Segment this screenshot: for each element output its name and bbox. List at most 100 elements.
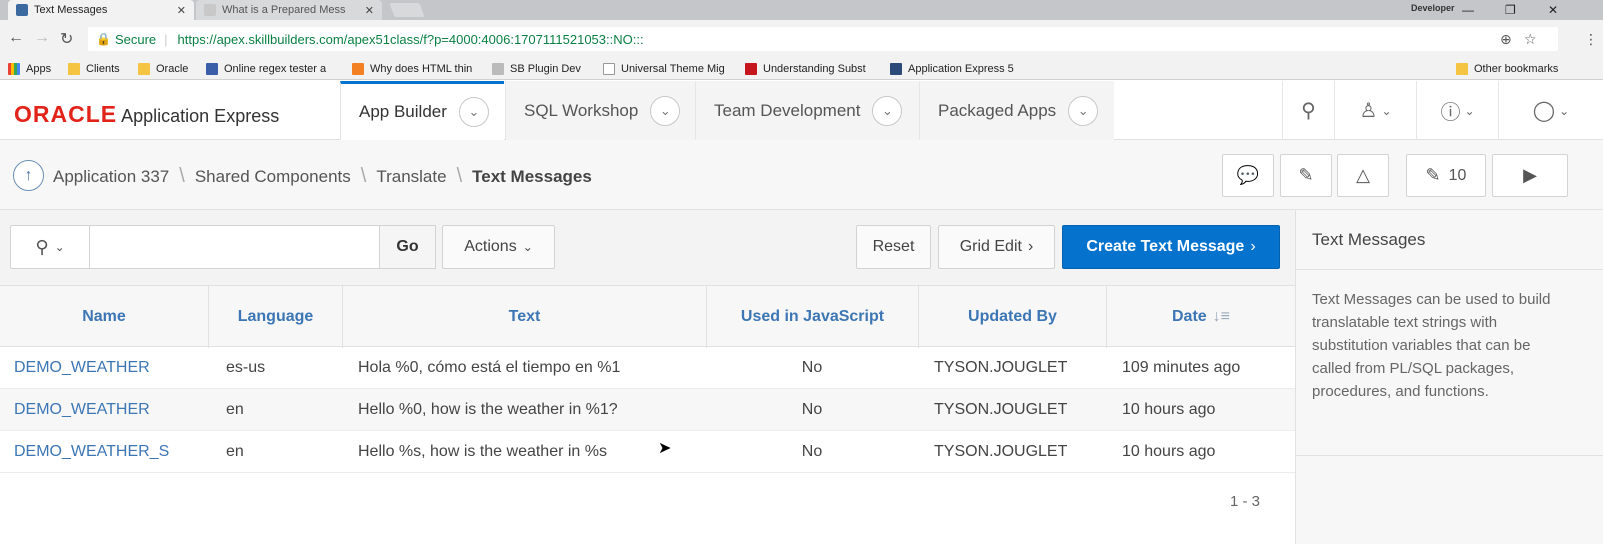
bookmark-label: Understanding Subst [763,63,866,75]
edit-page-button[interactable]: ✎ 10 [1406,154,1486,197]
profile-name[interactable]: Developer [1411,3,1455,13]
oracle-icon [745,63,757,75]
feedback-button[interactable]: 💬 [1222,154,1274,197]
administration-icon[interactable]: ♙ ⌄ [1334,81,1416,140]
help-icon[interactable]: ⓘ ⌄ [1416,81,1498,140]
column-header-language[interactable]: Language [208,286,342,348]
go-button[interactable]: Go [380,225,436,269]
search-column-menu[interactable]: ⚲ ⌄ [10,225,90,269]
bookmark-apps[interactable]: Apps [8,61,51,77]
chevron-right-icon: › [1027,238,1034,255]
cell-date: 10 hours ago [1122,443,1216,460]
bookmark-label: Other bookmarks [1474,63,1559,75]
breadcrumb-separator: \ [456,165,463,187]
url-field[interactable]: 🔒 Secure | https://apex.skillbuilders.co… [88,27,1558,51]
close-tab-icon[interactable]: ✕ [177,4,186,17]
wand-icon: ✎ [1298,165,1314,185]
report-toolbar: ⚲ ⌄ Go Actions ⌄ Reset Grid Edit › Creat… [0,210,1295,285]
search-icon[interactable]: ⚲ [1282,81,1334,140]
column-header-name[interactable]: Name [0,286,208,348]
tab-label: Packaged Apps [938,100,1057,120]
page-favicon-icon [204,4,216,16]
bookmark-why-html[interactable]: Why does HTML thin [352,61,482,77]
tab-label: App Builder [359,102,447,121]
new-tab-button[interactable] [389,3,425,17]
table-row[interactable]: DEMO_WEATHER_S en Hello %s, how is the w… [0,431,1295,473]
apex-favicon-icon [16,4,28,16]
column-header-date[interactable]: Date ↓≡ [1106,286,1295,348]
bookmark-understanding-subst[interactable]: Understanding Subst [745,61,877,77]
minimize-icon[interactable]: — [1462,0,1474,20]
column-header-text[interactable]: Text [342,286,706,348]
chevron-down-icon[interactable]: ⌄ [458,97,489,127]
bookmarks-bar: Apps Clients Oracle Online regex tester … [0,58,1603,80]
folder-icon [138,63,150,75]
mouse-cursor-icon: ➤ [658,440,672,457]
user-avatar-icon[interactable]: ◯ ⌄ [1498,81,1603,140]
reload-icon[interactable]: ↻ [60,29,73,49]
zoom-icon[interactable]: ⊕ [1500,31,1512,48]
browser-menu-icon[interactable]: ⋮ [1584,31,1598,48]
actions-button[interactable]: Actions ⌄ [442,225,555,269]
bookmark-universal-theme[interactable]: Universal Theme Mig [603,61,735,77]
bookmark-clients[interactable]: Clients [68,61,120,77]
close-tab-icon[interactable]: ✕ [365,4,374,17]
table-row[interactable]: DEMO_WEATHER es-us Hola %0, cómo está el… [0,347,1295,389]
bookmark-label: Universal Theme Mig [621,63,725,75]
cell-name[interactable]: DEMO_WEATHER_S [0,431,169,473]
tab-packaged-apps[interactable]: Packaged Apps ⌄ [919,81,1114,140]
divider [1296,455,1603,456]
breadcrumb-application[interactable]: Application 337 [53,167,169,187]
breadcrumb-bar: ↑ Application 337 \ Shared Components \ … [0,140,1603,210]
tab-app-builder[interactable]: App Builder ⌄ [340,81,504,140]
create-text-message-button[interactable]: Create Text Message › [1062,225,1280,269]
breadcrumb-separator: \ [179,165,185,187]
regex-icon [206,63,218,75]
column-header-used-in-javascript[interactable]: Used in JavaScript [706,286,918,348]
oracle-apex-logo[interactable]: ORACLE Application Express [14,101,279,128]
forward-icon[interactable]: → [34,29,50,47]
bookmark-sb-plugin[interactable]: SB Plugin Dev [492,61,581,77]
bookmark-regex-tester[interactable]: Online regex tester a [206,61,341,77]
pagination-info: 1 - 3 [1230,493,1261,510]
grid-edit-button[interactable]: Grid Edit › [938,225,1055,269]
url-path: /apex51class/f?p=4000:4006:1707111521053… [343,31,644,47]
chevron-down-icon[interactable]: ⌄ [872,95,903,126]
maximize-icon[interactable]: ❐ [1505,0,1516,20]
tab-title: What is a Prepared Mess [222,4,346,16]
bookmark-oracle[interactable]: Oracle [138,61,188,77]
bookmark-application-express[interactable]: Application Express 5 [890,61,1020,77]
shared-components-button[interactable]: △ [1337,154,1389,197]
cell-name[interactable]: DEMO_WEATHER [0,389,150,431]
chevron-down-icon[interactable]: ⌄ [1068,95,1099,126]
up-arrow-icon[interactable]: ↑ [13,160,44,191]
tab-sql-workshop[interactable]: SQL Workshop ⌄ [505,81,695,140]
other-bookmarks[interactable]: Other bookmarks [1456,61,1558,77]
column-header-updated-by[interactable]: Updated By [918,286,1106,348]
cell-updated-by: TYSON.JOUGLET [934,359,1068,376]
secure-label: Secure [114,31,157,47]
browser-tab-strip: Text Messages ✕ What is a Prepared Mess … [0,0,1603,20]
back-icon[interactable]: ← [8,29,24,47]
breadcrumb-translate[interactable]: Translate [376,167,446,187]
column-header-label: Date [1171,308,1207,325]
run-page-button[interactable]: ▶ [1492,154,1568,197]
tab-team-development[interactable]: Team Development ⌄ [695,81,919,140]
logo-oracle: ORACLE [14,101,118,127]
search-icon: ⚲ [35,236,49,257]
close-window-icon[interactable]: ✕ [1548,0,1558,20]
search-input[interactable] [90,225,380,269]
cell-name[interactable]: DEMO_WEATHER [0,347,150,389]
chevron-down-icon[interactable]: ⌄ [650,95,681,126]
reset-button[interactable]: Reset [856,225,931,269]
breadcrumb: Application 337 \ Shared Components \ Tr… [53,165,592,188]
cell-updated-by: TYSON.JOUGLET [934,401,1068,418]
browser-tab-text-messages[interactable]: Text Messages ✕ [8,0,194,20]
table-row[interactable]: DEMO_WEATHER en Hello %0, how is the wea… [0,389,1295,431]
table-header: Name Language Text Used in JavaScript Up… [0,285,1295,348]
help-side-panel: Text Messages Text Messages can be used … [1295,210,1603,544]
developer-tools-button[interactable]: ✎ [1280,154,1332,197]
browser-tab-prepared-message[interactable]: What is a Prepared Mess ✕ [196,0,382,20]
breadcrumb-shared-components[interactable]: Shared Components [195,167,351,187]
bookmark-star-icon[interactable]: ☆ [1524,31,1537,48]
